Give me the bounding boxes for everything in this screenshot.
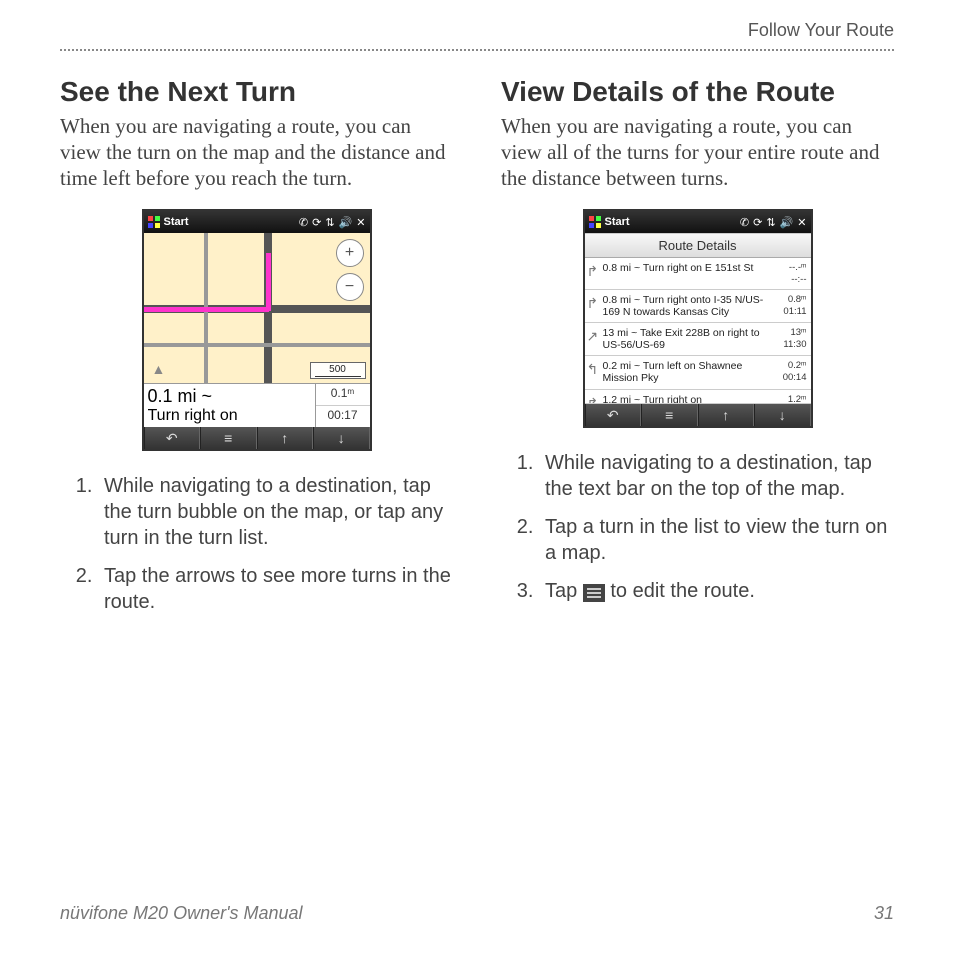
step: Tap the arrows to see more turns in the …	[98, 563, 453, 615]
device-screenshot-route-details: Start ✆ ⟳ ⇅ 🔊 ✕ Route Details ↱ 0.8 mi ~…	[583, 209, 813, 427]
heading-right: View Details of the Route	[501, 75, 894, 109]
phone-icon: ✆	[299, 216, 308, 229]
route-row-text: 0.8 mi ~ Turn right on E 151st St	[603, 262, 773, 285]
menu-button[interactable]: ≡	[200, 427, 257, 449]
route-row[interactable]: ↱ 0.8 mi ~ Turn right on E 151st St --.-…	[585, 258, 811, 290]
steps-left: While navigating to a destination, tap t…	[60, 473, 453, 615]
route-details-title: Route Details	[585, 233, 811, 258]
mini-distance: 0.1ᵐ	[316, 384, 370, 406]
volume-icon: 🔊	[780, 216, 794, 229]
turn-distance: 0.1 mi ~	[148, 386, 311, 407]
zoom-in-button[interactable]: +	[336, 239, 364, 267]
phone-icon: ✆	[740, 216, 749, 229]
turn-arrow-icon: ↱	[587, 394, 603, 399]
back-button[interactable]: ↶	[585, 404, 642, 426]
close-icon: ✕	[797, 216, 806, 229]
device-bottombar: ↶ ≡ ↑ ↓	[144, 427, 370, 449]
start-label: Start	[164, 216, 189, 228]
zoom-out-button[interactable]: −	[336, 273, 364, 301]
breadcrumb: Follow Your Route	[60, 20, 894, 49]
sync-icon: ⟳	[753, 216, 762, 229]
down-button[interactable]: ↓	[754, 404, 811, 426]
start-label: Start	[605, 216, 630, 228]
turn-arrow-icon: ↱	[587, 262, 603, 285]
heading-left: See the Next Turn	[60, 75, 453, 109]
route-row[interactable]: ↱ 0.8 mi ~ Turn right onto I-35 N/US-169…	[585, 290, 811, 323]
footer: nüvifone M20 Owner's Manual 31	[60, 903, 894, 924]
turn-arrow-icon: ↰	[587, 360, 603, 384]
left-column: See the Next Turn When you are navigatin…	[60, 75, 453, 627]
turn-panel: 0.1 mi ~ Turn right on 0.1ᵐ 00:17	[144, 383, 370, 427]
volume-icon: 🔊	[339, 216, 353, 229]
down-button[interactable]: ↓	[313, 427, 370, 449]
step: Tap to edit the route.	[539, 578, 894, 604]
device-bottombar: ↶ ≡ ↑ ↓	[585, 404, 811, 426]
right-column: View Details of the Route When you are n…	[501, 75, 894, 627]
step: While navigating to a destination, tap t…	[98, 473, 453, 551]
device-titlebar: Start ✆ ⟳ ⇅ 🔊 ✕	[144, 211, 370, 233]
route-row[interactable]: ↱ 1.2 mi ~ Turn right on 1.2ᵐ	[585, 390, 811, 404]
scale-indicator: 500	[310, 362, 366, 379]
route-row[interactable]: ↗ 13 mi ~ Take Exit 228B on right to US-…	[585, 323, 811, 356]
device-screenshot-next-turn: Start ✆ ⟳ ⇅ 🔊 ✕ + − ▲ 500	[142, 209, 372, 451]
intro-left: When you are navigating a route, you can…	[60, 113, 453, 192]
route-row-text: 0.8 mi ~ Turn right onto I-35 N/US-169 N…	[603, 294, 773, 318]
manual-title: nüvifone M20 Owner's Manual	[60, 903, 303, 924]
route-row-text: 1.2 mi ~ Turn right on	[603, 394, 773, 399]
route-row[interactable]: ↰ 0.2 mi ~ Turn left on Shawnee Mission …	[585, 356, 811, 389]
menu-icon	[583, 584, 605, 602]
compass-icon: ▲	[152, 361, 166, 377]
windows-logo-icon	[589, 216, 601, 228]
sync-icon: ⟳	[312, 216, 321, 229]
turn-arrow-icon: ↗	[587, 327, 603, 351]
step: While navigating to a destination, tap t…	[539, 450, 894, 502]
turn-arrow-icon: ↱	[587, 294, 603, 318]
close-icon: ✕	[356, 216, 365, 229]
turn-instruction: Turn right on	[148, 407, 311, 425]
route-row-text: 13 mi ~ Take Exit 228B on right to US-56…	[603, 327, 773, 351]
mini-time: 00:17	[316, 406, 370, 427]
header-rule	[60, 49, 894, 51]
signal-icon: ⇅	[325, 216, 334, 229]
back-button[interactable]: ↶	[144, 427, 201, 449]
map-area: + − ▲ 500	[144, 233, 370, 383]
page-number: 31	[874, 903, 894, 924]
steps-right: While navigating to a destination, tap t…	[501, 450, 894, 604]
route-details-list: ↱ 0.8 mi ~ Turn right on E 151st St --.-…	[585, 258, 811, 403]
route-row-text: 0.2 mi ~ Turn left on Shawnee Mission Pk…	[603, 360, 773, 384]
intro-right: When you are navigating a route, you can…	[501, 113, 894, 192]
up-button[interactable]: ↑	[257, 427, 314, 449]
step: Tap a turn in the list to view the turn …	[539, 514, 894, 566]
menu-button[interactable]: ≡	[641, 404, 698, 426]
signal-icon: ⇅	[766, 216, 775, 229]
up-button[interactable]: ↑	[698, 404, 755, 426]
content-columns: See the Next Turn When you are navigatin…	[60, 75, 894, 627]
windows-logo-icon	[148, 216, 160, 228]
device-titlebar: Start ✆ ⟳ ⇅ 🔊 ✕	[585, 211, 811, 233]
